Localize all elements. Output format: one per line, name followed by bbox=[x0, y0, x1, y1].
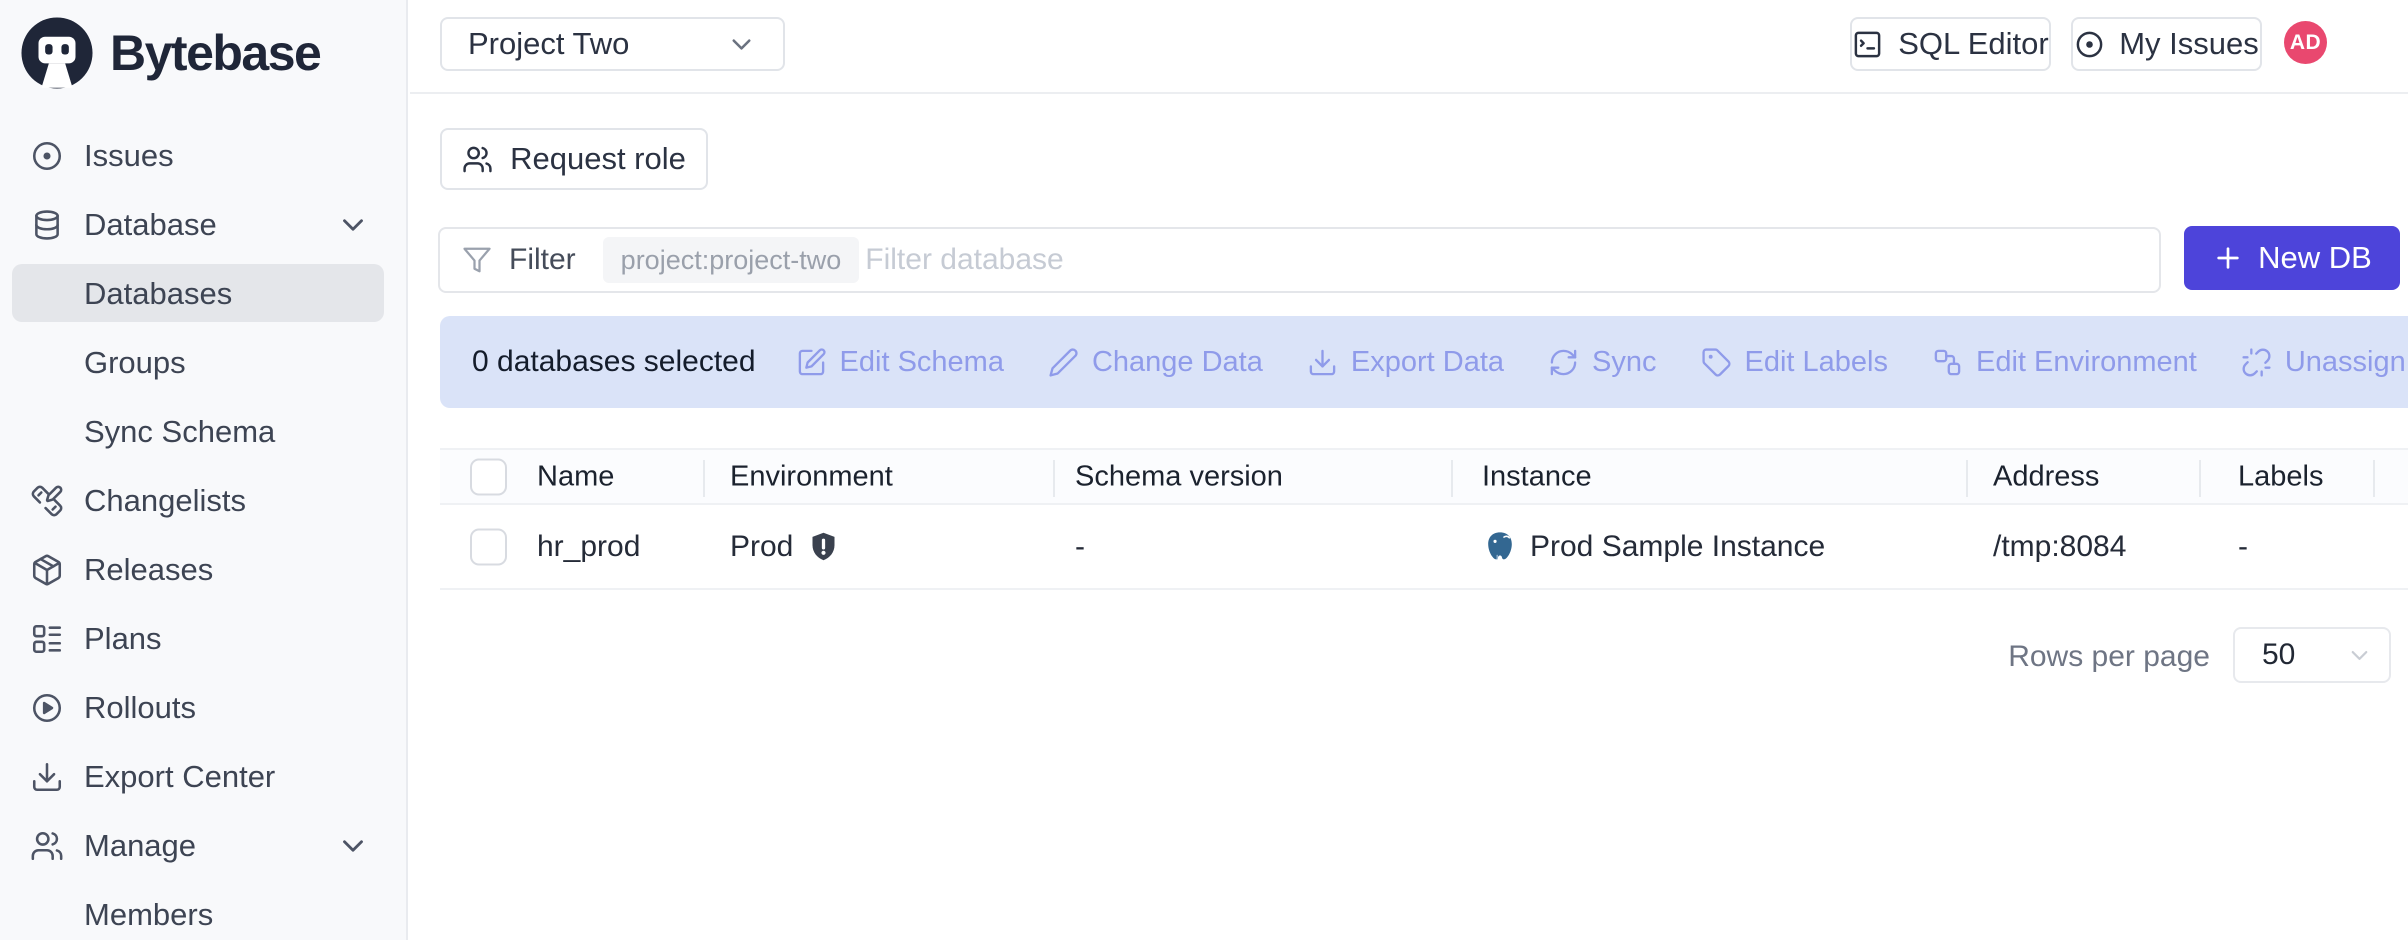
database-filter-bar[interactable]: Filter project:project-two bbox=[438, 227, 2161, 293]
environment-icon bbox=[1932, 347, 1963, 378]
schema-version-cell: - bbox=[1075, 530, 1085, 564]
brand-name: Bytebase bbox=[110, 24, 320, 82]
instance-cell: Prod Sample Instance bbox=[1482, 529, 1825, 565]
edit-labels-action[interactable]: Edit Labels bbox=[1701, 346, 1889, 379]
filter-database-input[interactable] bbox=[865, 232, 2159, 288]
refresh-icon bbox=[1548, 347, 1579, 378]
sidebar-item-changelists[interactable]: Changelists bbox=[0, 466, 406, 535]
users-icon bbox=[462, 144, 493, 175]
pencil-ruler-icon bbox=[30, 484, 64, 518]
environment-cell: Prod bbox=[730, 530, 840, 564]
unlink-icon bbox=[2241, 347, 2272, 378]
database-icon bbox=[30, 208, 64, 242]
terminal-icon bbox=[1852, 29, 1883, 60]
filter-project-tag[interactable]: project:project-two bbox=[603, 237, 860, 283]
table-row[interactable]: hr_prod Prod - Prod Sample Instance /tmp… bbox=[440, 505, 2408, 590]
download-icon bbox=[1307, 347, 1338, 378]
rows-per-page-label: Rows per page bbox=[2008, 640, 2210, 674]
circle-dot-icon bbox=[2074, 29, 2105, 60]
labels-cell: - bbox=[2238, 530, 2248, 564]
play-circle-icon bbox=[30, 691, 64, 725]
databases-table: Name Environment Schema version Instance… bbox=[440, 448, 2408, 590]
column-divider bbox=[1966, 460, 1968, 497]
bytebase-logo[interactable]: Bytebase bbox=[20, 16, 320, 90]
selection-toolbar: 0 databases selected Edit Schema Change … bbox=[440, 316, 2408, 408]
my-issues-button[interactable]: My Issues bbox=[2071, 17, 2262, 71]
layout-list-icon bbox=[30, 622, 64, 656]
sidebar-item-members[interactable]: Members bbox=[0, 880, 406, 949]
user-avatar[interactable]: AD bbox=[2284, 21, 2327, 64]
column-header-labels[interactable]: Labels bbox=[2238, 460, 2323, 493]
shield-alert-icon bbox=[807, 530, 840, 563]
edit-schema-action[interactable]: Edit Schema bbox=[796, 346, 1004, 379]
unassign-action[interactable]: Unassign bbox=[2241, 346, 2406, 379]
sql-editor-button[interactable]: SQL Editor bbox=[1850, 17, 2051, 71]
request-role-button[interactable]: Request role bbox=[440, 128, 708, 190]
address-cell: /tmp:8084 bbox=[1993, 530, 2126, 564]
column-header-address[interactable]: Address bbox=[1993, 460, 2099, 493]
sync-action[interactable]: Sync bbox=[1548, 346, 1656, 379]
sidebar-item-manage[interactable]: Manage bbox=[0, 811, 406, 880]
chevron-down-icon bbox=[336, 208, 370, 242]
sidebar-item-releases[interactable]: Releases bbox=[0, 535, 406, 604]
database-name-cell: hr_prod bbox=[537, 530, 640, 564]
new-db-button[interactable]: New DB bbox=[2184, 226, 2400, 290]
bytebase-logo-icon bbox=[20, 16, 94, 90]
change-data-action[interactable]: Change Data bbox=[1048, 346, 1263, 379]
download-icon bbox=[30, 760, 64, 794]
select-all-checkbox[interactable] bbox=[470, 458, 507, 495]
sidebar-item-sync-schema[interactable]: Sync Schema bbox=[0, 397, 406, 466]
column-header-schema-version[interactable]: Schema version bbox=[1075, 460, 1283, 493]
pencil-icon bbox=[1048, 347, 1079, 378]
sidebar-item-database[interactable]: Database bbox=[0, 190, 406, 259]
sidebar-item-issues[interactable]: Issues bbox=[0, 121, 406, 190]
chevron-down-icon bbox=[726, 29, 757, 60]
column-header-environment[interactable]: Environment bbox=[730, 460, 893, 493]
sidebar-nav: Issues Database Databases Groups Sync Sc… bbox=[0, 121, 406, 949]
rows-per-page-select[interactable]: 50 bbox=[2233, 627, 2391, 683]
filter-label: Filter bbox=[509, 243, 576, 277]
sidebar-item-groups[interactable]: Groups bbox=[0, 328, 406, 397]
sidebar-item-export-center[interactable]: Export Center bbox=[0, 742, 406, 811]
chevron-down-icon bbox=[2346, 642, 2373, 669]
postgresql-icon bbox=[1482, 529, 1518, 565]
circle-dot-icon bbox=[30, 139, 64, 173]
topbar-divider bbox=[410, 92, 2408, 94]
funnel-icon bbox=[462, 245, 492, 275]
edit-environment-action[interactable]: Edit Environment bbox=[1932, 346, 2197, 379]
tag-icon bbox=[1701, 347, 1732, 378]
column-header-instance[interactable]: Instance bbox=[1482, 460, 1592, 493]
column-divider bbox=[1053, 460, 1055, 497]
plus-icon bbox=[2212, 242, 2244, 274]
sidebar-item-databases[interactable]: Databases bbox=[0, 259, 406, 328]
sidebar-item-rollouts[interactable]: Rollouts bbox=[0, 673, 406, 742]
export-data-action[interactable]: Export Data bbox=[1307, 346, 1504, 379]
project-selector[interactable]: Project Two bbox=[440, 17, 785, 71]
sidebar-item-plans[interactable]: Plans bbox=[0, 604, 406, 673]
sidebar: Bytebase Issues Database Databases Group… bbox=[0, 0, 408, 940]
chevron-down-icon bbox=[336, 829, 370, 863]
selection-actions: Edit Schema Change Data Export Data Sync… bbox=[796, 346, 2406, 379]
package-icon bbox=[30, 553, 64, 587]
selection-status: 0 databases selected bbox=[472, 345, 756, 379]
column-divider bbox=[703, 460, 705, 497]
column-divider bbox=[2373, 460, 2375, 497]
table-header-row: Name Environment Schema version Instance… bbox=[440, 448, 2408, 505]
column-header-name[interactable]: Name bbox=[537, 460, 614, 493]
row-checkbox[interactable] bbox=[470, 528, 507, 565]
column-divider bbox=[2199, 460, 2201, 497]
column-divider bbox=[1451, 460, 1453, 497]
users-icon bbox=[30, 829, 64, 863]
square-pencil-icon bbox=[796, 347, 827, 378]
